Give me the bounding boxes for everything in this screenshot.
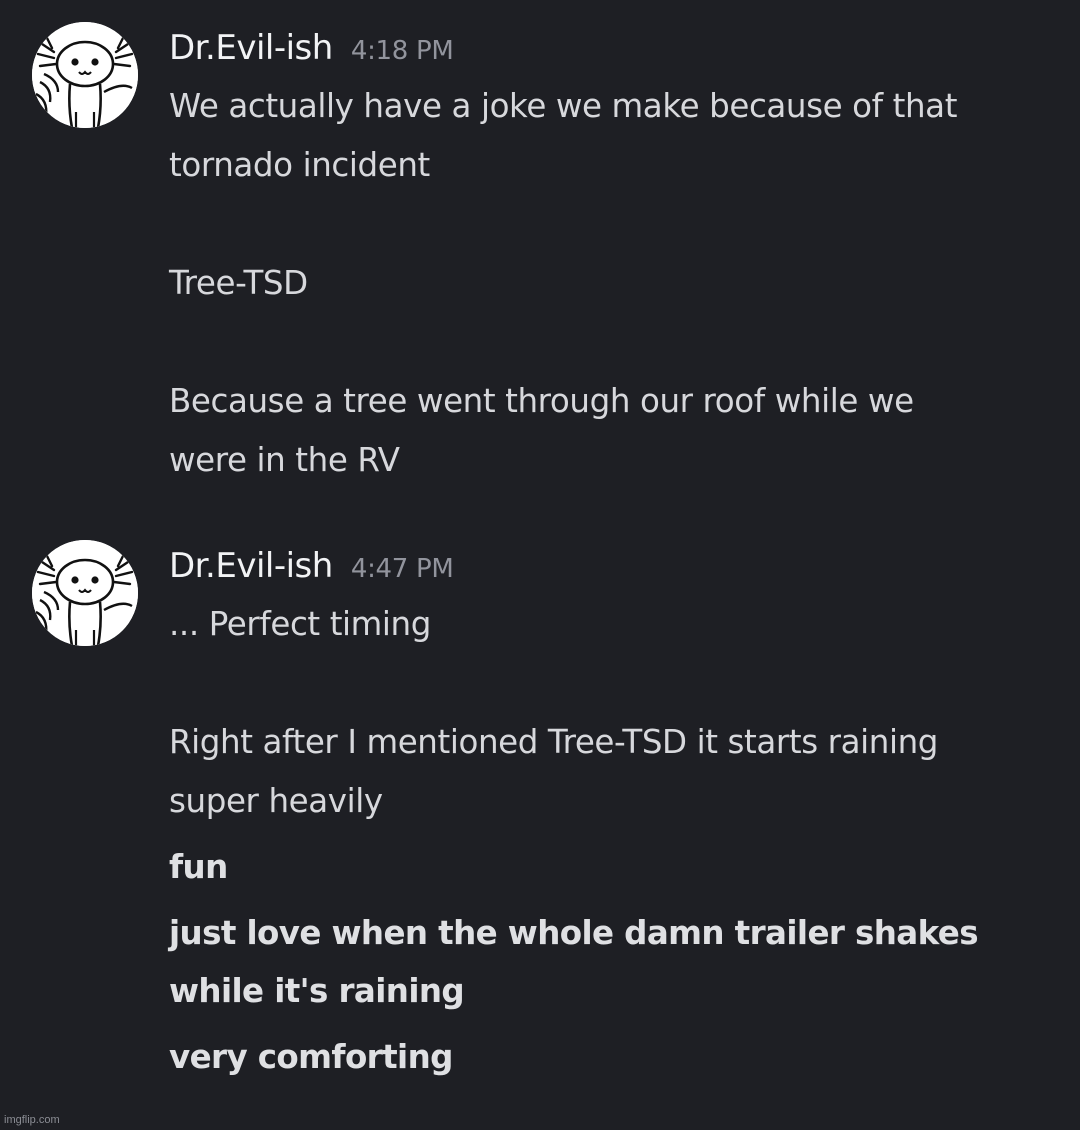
message-header: Dr.Evil-ish 4:18 PM [169,28,454,72]
message-text-line: Tree-TSD [169,264,308,302]
message-text-line: Right after I mentioned Tree-TSD it star… [169,723,939,761]
imgflip-watermark: imgflip.com [4,1114,60,1126]
username[interactable]: Dr.Evil-ish [169,546,333,586]
axolotl-avatar-icon[interactable] [32,540,138,646]
message-text-line: We actually have a joke we make because … [169,87,958,125]
followup-message: while it's raining [169,972,465,1010]
followup-message: just love when the whole damn trailer sh… [169,914,979,952]
axolotl-avatar-icon[interactable] [32,22,138,128]
message-text-line: tornado incident [169,146,430,184]
timestamp[interactable]: 4:47 PM [351,554,454,584]
followup-message: very comforting [169,1038,453,1076]
message-text-line: super heavily [169,782,383,820]
message-text-line: were in the RV [169,441,400,479]
timestamp[interactable]: 4:18 PM [351,36,454,66]
message-text-line: Because a tree went through our roof whi… [169,382,914,420]
username[interactable]: Dr.Evil-ish [169,28,333,68]
message-text-line: ... Perfect timing [169,605,431,643]
message-header: Dr.Evil-ish 4:47 PM [169,546,454,590]
followup-message: fun [169,848,228,886]
